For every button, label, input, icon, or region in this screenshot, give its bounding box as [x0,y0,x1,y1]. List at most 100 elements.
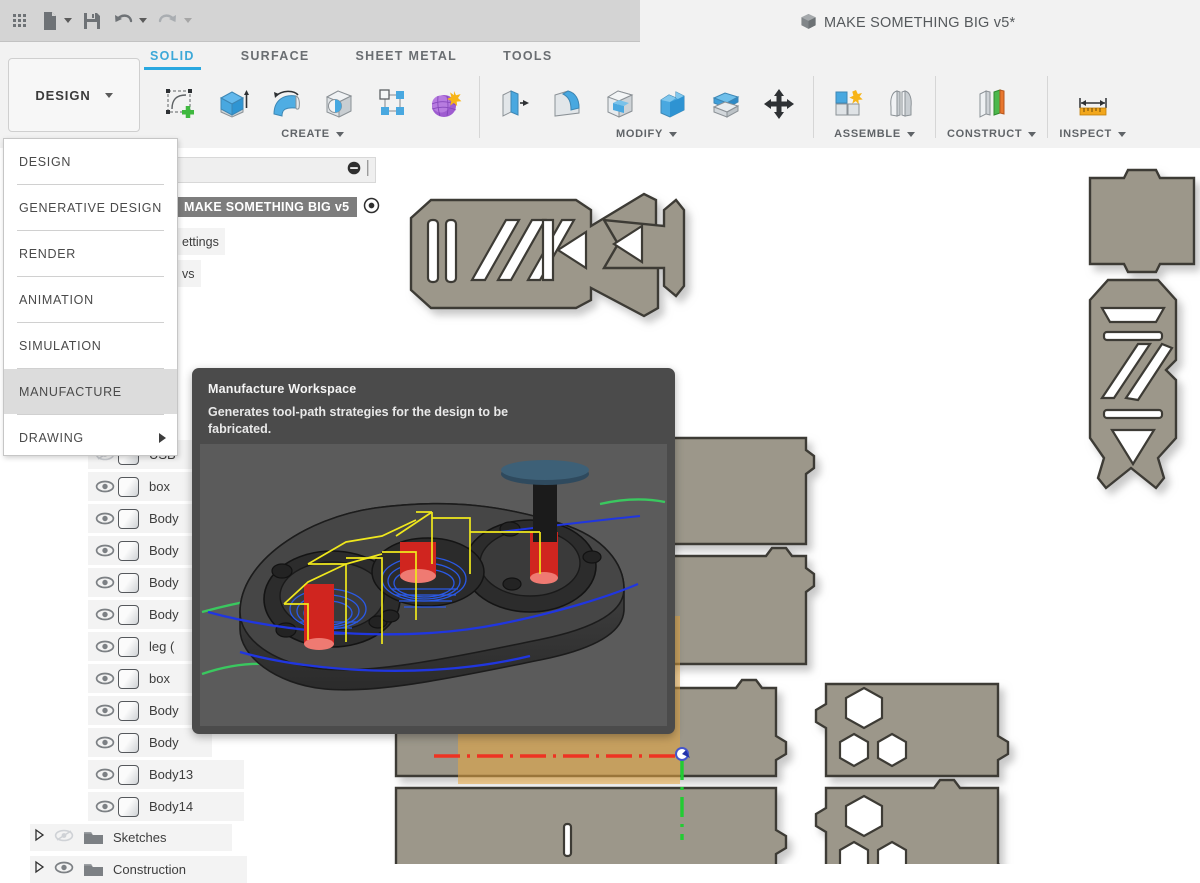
list-item-label: leg ( [149,639,175,654]
undo-icon [112,11,134,31]
fillet-button[interactable] [544,82,590,130]
undo-button[interactable] [107,0,152,42]
visibility-toggle-icon[interactable] [92,734,118,752]
panel-modify-label[interactable]: MODIFY [616,128,677,140]
visibility-toggle-hidden-icon[interactable] [54,829,74,847]
browser-root-node[interactable]: MAKE SOMETHING BIG v5 [176,196,380,217]
chevron-down-icon[interactable] [184,18,192,23]
menu-item-manufacture[interactable]: MANUFACTURE [4,369,177,414]
submenu-arrow-icon [159,432,166,443]
redo-button[interactable] [152,0,197,42]
create-sketch-button[interactable] [157,82,203,130]
chevron-right-icon[interactable] [33,860,45,879]
chevron-down-icon[interactable] [139,18,147,23]
tooltip: Manufacture Workspace Generates tool-pat… [192,368,675,734]
visibility-toggle-icon[interactable] [92,798,118,816]
visibility-toggle-icon[interactable] [92,542,118,560]
quick-access-toolbar [0,0,640,42]
body-icon [118,572,139,593]
target-icon[interactable] [363,197,380,217]
offset-plane-button[interactable] [966,82,1018,130]
cam-toolpath-preview [200,444,667,726]
table-row[interactable]: Body [88,728,212,757]
sidebar-item-sketches[interactable]: Sketches [30,824,232,851]
table-row[interactable]: Body13 [88,760,244,789]
visibility-toggle-icon[interactable] [92,702,118,720]
extrude-button[interactable] [210,82,256,130]
panel-modify: MODIFY [484,74,809,140]
tab-sheet-metal[interactable]: SHEET METAL [356,47,458,68]
document-title-bar: MAKE SOMETHING BIG v5* [800,12,1015,34]
panel-inspect-label[interactable]: INSPECT [1059,128,1126,140]
menu-item-label: ANIMATION [19,292,94,307]
body-icon [118,508,139,529]
offset-plane-icon [972,86,1012,127]
revolve-button[interactable] [263,82,309,130]
list-item-label: Body [149,703,179,718]
menu-item-animation[interactable]: ANIMATION [4,277,177,322]
menu-item-render[interactable]: RENDER [4,231,177,276]
press-pull-icon [496,86,532,127]
visibility-toggle-icon[interactable] [92,670,118,688]
move-copy-button[interactable] [756,82,802,130]
new-component-icon [830,86,866,127]
browser-document-settings[interactable]: ettings [176,228,225,255]
combine-button[interactable] [650,82,696,130]
list-item-label: box [149,479,170,494]
sidebar-item-construction[interactable]: Construction [30,856,247,883]
workspace-switcher-label: DESIGN [35,87,91,103]
body-icon [118,476,139,497]
panel-create-label[interactable]: CREATE [281,128,344,140]
panel-assemble-label[interactable]: ASSEMBLE [834,128,915,140]
list-item-label: Body [149,543,179,558]
named-views-label: vs [182,266,195,281]
chevron-down-icon [668,131,677,137]
table-row[interactable]: Body14 [88,792,244,821]
sidebar-item-label: Construction [113,862,186,877]
apps-grid-button[interactable] [6,0,36,42]
press-pull-button[interactable] [491,82,537,130]
chevron-down-icon[interactable] [64,18,72,23]
visibility-toggle-icon[interactable] [92,606,118,624]
collapse-icon[interactable] [347,161,361,180]
page-title: MAKE SOMETHING BIG v5* [824,15,1016,31]
split-body-icon [708,86,744,127]
visibility-toggle-icon[interactable] [92,638,118,656]
save-button[interactable] [77,0,107,42]
tab-tools[interactable]: TOOLS [503,47,552,68]
split-body-button[interactable] [703,82,749,130]
menu-item-design[interactable]: DESIGN [4,139,177,184]
create-form-button[interactable] [422,82,468,130]
visibility-toggle-icon[interactable] [92,574,118,592]
joint-button[interactable] [878,82,924,130]
move-copy-icon [762,87,796,126]
list-item-label: Body [149,511,179,526]
visibility-toggle-icon[interactable] [92,766,118,784]
combine-icon [655,86,691,127]
browser-named-views[interactable]: vs [176,260,201,287]
tab-solid[interactable]: SOLID [144,47,201,70]
shell-button[interactable] [597,82,643,130]
panel-construct: CONSTRUCT [940,74,1043,140]
menu-item-label: RENDER [19,246,76,261]
list-item-label: Body [149,575,179,590]
menu-item-generative-design[interactable]: GENERATIVE DESIGN [4,185,177,230]
hole-button[interactable] [316,82,362,130]
panel-resize-handle[interactable] [366,159,370,181]
tab-surface[interactable]: SURFACE [241,47,310,68]
visibility-toggle-icon[interactable] [92,478,118,496]
visibility-toggle-icon[interactable] [92,510,118,528]
measure-button[interactable] [1067,82,1119,130]
panel-construct-label[interactable]: CONSTRUCT [947,128,1037,140]
chevron-right-icon[interactable] [33,828,45,847]
menu-item-simulation[interactable]: SIMULATION [4,323,177,368]
menu-item-drawing[interactable]: DRAWING [4,415,177,460]
new-document-button[interactable] [36,0,77,42]
workspace-switcher-button[interactable]: DESIGN [8,58,140,132]
pattern-button[interactable] [369,82,415,130]
visibility-toggle-icon[interactable] [54,861,74,879]
browser-root-label: MAKE SOMETHING BIG v5 [176,196,358,217]
tooltip-title: Manufacture Workspace [208,382,357,396]
ribbon: SOLID SURFACE SHEET METAL TOOLS CREATE M… [0,42,1200,149]
new-component-button[interactable] [825,82,871,130]
